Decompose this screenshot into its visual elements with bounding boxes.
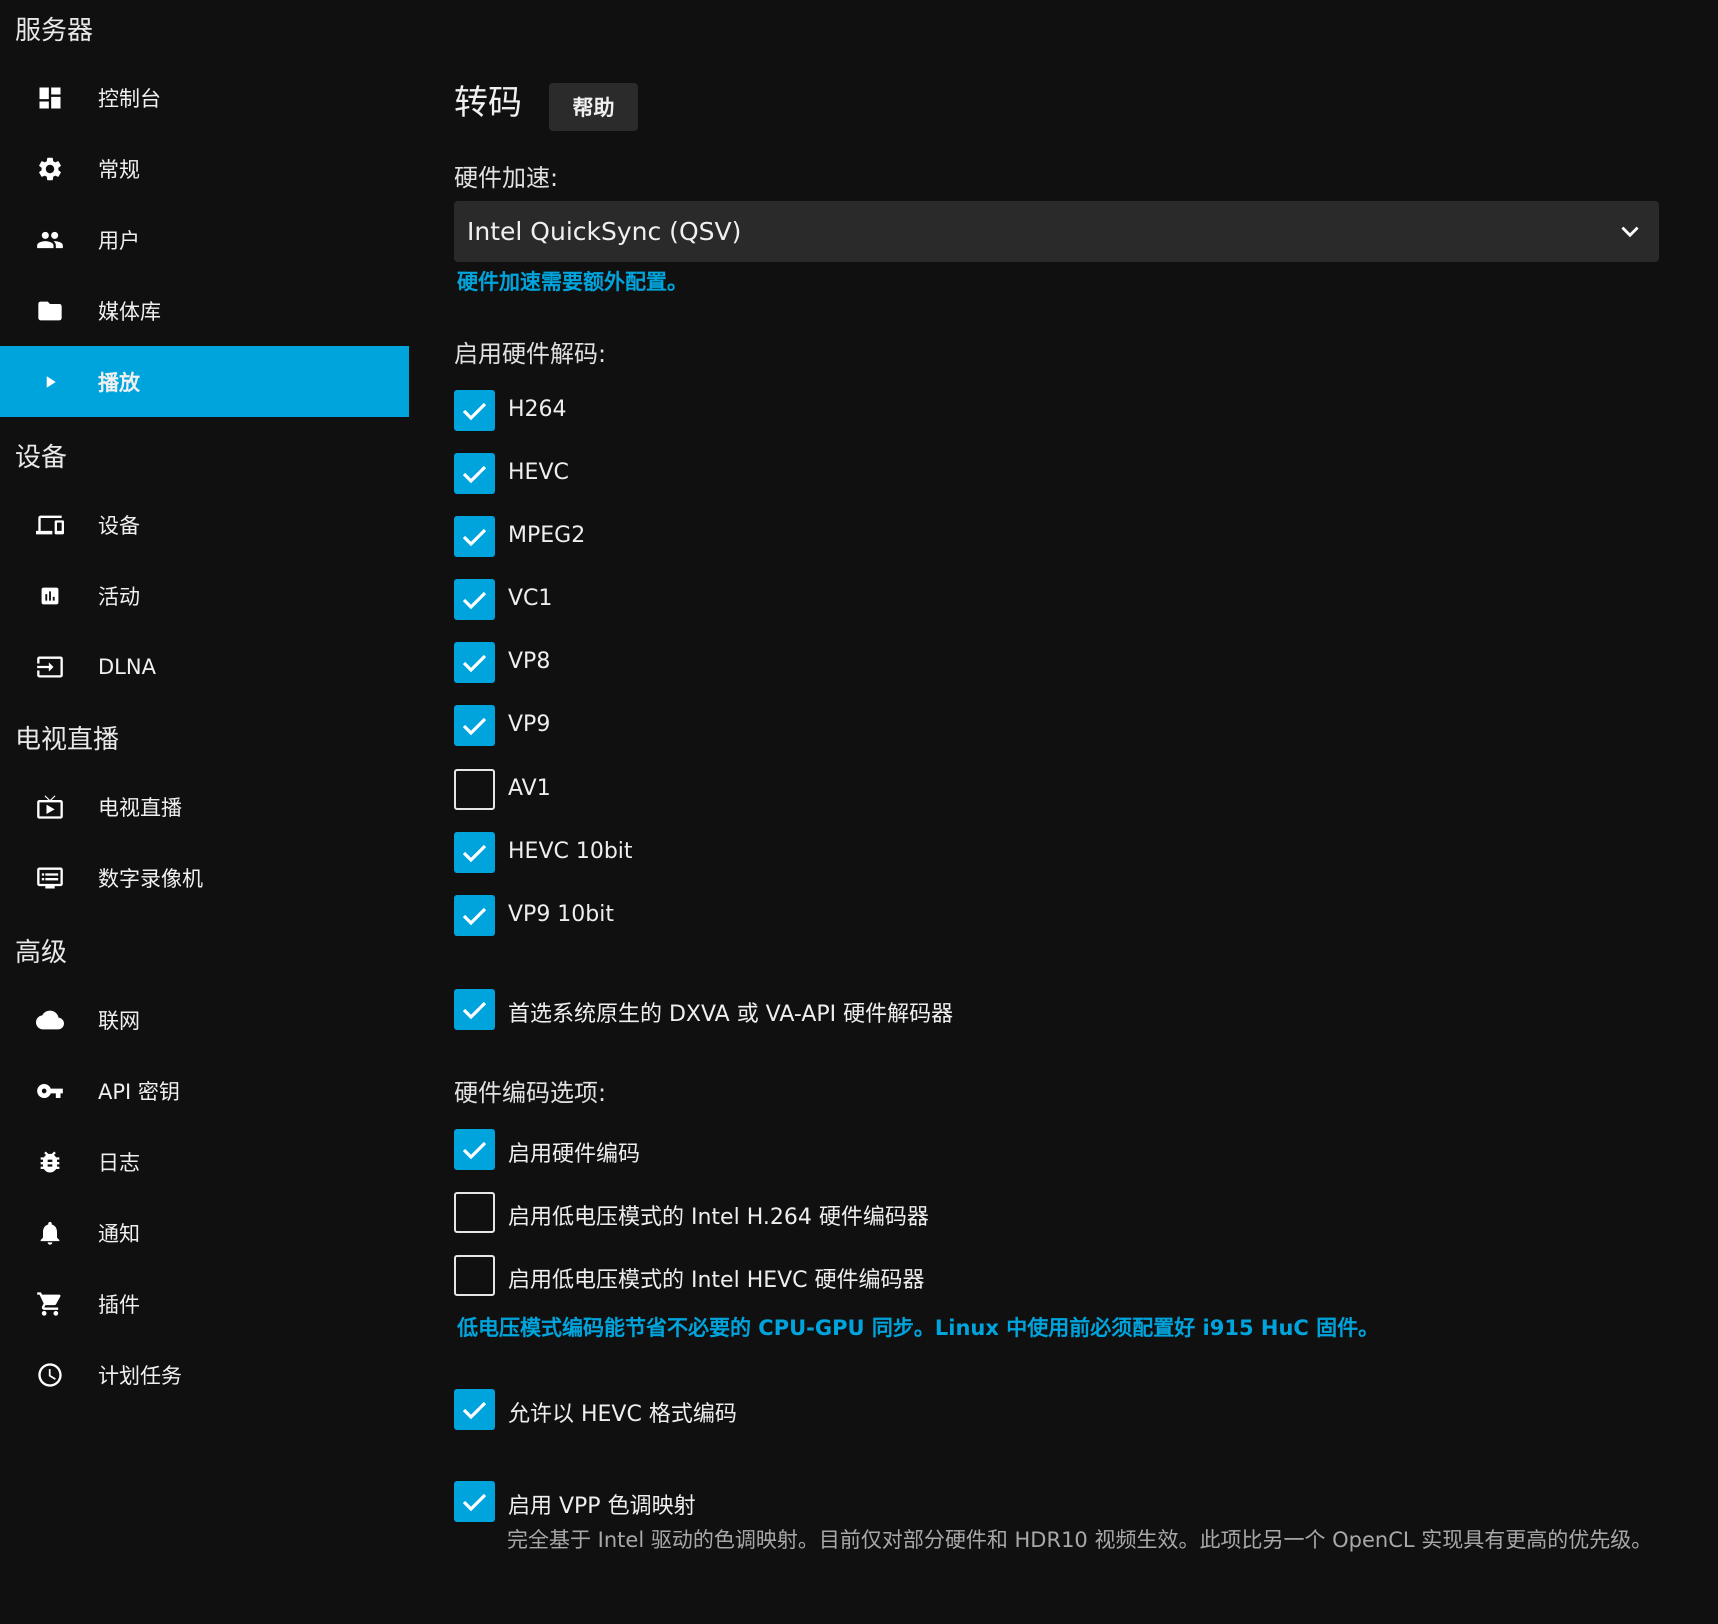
checkbox-checked[interactable] xyxy=(454,516,495,557)
checkbox-label: 首选系统原生的 DXVA 或 VA-API 硬件解码器 xyxy=(508,1002,954,1027)
folder-icon xyxy=(36,297,64,325)
sidebar-item-dlna[interactable]: DLNA xyxy=(0,631,409,702)
input-icon xyxy=(36,653,64,681)
sidebar-item-label: DLNA xyxy=(98,654,156,679)
checkbox-checked[interactable] xyxy=(454,832,495,873)
section-title-advanced: 高级 xyxy=(15,938,68,968)
page-title: 转码 xyxy=(454,83,522,123)
bug-icon xyxy=(36,1148,64,1176)
sidebar-item-scheduled-tasks[interactable]: 计划任务 xyxy=(0,1339,409,1410)
checkbox-checked[interactable] xyxy=(454,895,495,936)
sidebar-item-label: 日志 xyxy=(98,1150,140,1175)
gear-icon xyxy=(36,155,64,183)
checkbox-label: 启用硬件编码 xyxy=(508,1142,641,1167)
sidebar-item-networking[interactable]: 联网 xyxy=(0,984,409,1055)
sidebar-item-label: 常规 xyxy=(98,157,140,182)
checkbox-checked[interactable] xyxy=(454,579,495,620)
sidebar-item-plugins[interactable]: 插件 xyxy=(0,1268,409,1339)
checkbox-unchecked[interactable] xyxy=(454,1192,495,1233)
hw-accel-select[interactable]: Intel QuickSync (QSV) xyxy=(454,201,1659,262)
hw-encode-label: 硬件编码选项: xyxy=(454,1079,607,1107)
hw-accel-config-link[interactable]: 硬件加速需要额外配置。 xyxy=(457,272,688,293)
sidebar-item-dashboard[interactable]: 控制台 xyxy=(0,62,409,133)
checkbox-unchecked[interactable] xyxy=(454,769,495,810)
sidebar-item-dvr[interactable]: 数字录像机 xyxy=(0,842,409,913)
sidebar-item-label: 数字录像机 xyxy=(98,866,203,891)
low-power-info-link[interactable]: 低电压模式编码能节省不必要的 CPU-GPU 同步。Linux 中使用前必须配置… xyxy=(457,1318,1379,1339)
checkbox-label: HEVC 10bit xyxy=(508,839,633,864)
activity-icon xyxy=(36,582,64,610)
sidebar-item-label: 活动 xyxy=(98,584,140,609)
checkbox-checked[interactable] xyxy=(454,705,495,746)
vpp-tonemap-description: 完全基于 Intel 驱动的色调映射。目前仅对部分硬件和 HDR10 视频生效。… xyxy=(507,1528,1653,1552)
sidebar-item-playback[interactable]: 播放 xyxy=(0,346,409,417)
bell-icon xyxy=(36,1219,64,1247)
sidebar-item-users[interactable]: 用户 xyxy=(0,204,409,275)
key-icon xyxy=(36,1077,64,1105)
checkbox-checked[interactable] xyxy=(454,989,495,1030)
checkbox-checked[interactable] xyxy=(454,1481,495,1522)
checkbox-label: 允许以 HEVC 格式编码 xyxy=(508,1402,737,1427)
checkbox-label: AV1 xyxy=(508,776,551,801)
play-icon xyxy=(36,368,64,396)
sidebar-item-libraries[interactable]: 媒体库 xyxy=(0,275,409,346)
checkbox-checked[interactable] xyxy=(454,453,495,494)
sidebar-item-notifications[interactable]: 通知 xyxy=(0,1197,409,1268)
hw-accel-label: 硬件加速: xyxy=(454,164,559,192)
sidebar-item-label: 电视直播 xyxy=(98,795,182,820)
section-title-devices: 设备 xyxy=(15,443,68,473)
sidebar-item-label: 计划任务 xyxy=(98,1363,182,1388)
sidebar-item-label: 媒体库 xyxy=(98,299,161,324)
devices-icon xyxy=(36,511,64,539)
sidebar-item-logs[interactable]: 日志 xyxy=(0,1126,409,1197)
dvr-icon xyxy=(36,864,64,892)
checkbox-label: H264 xyxy=(508,397,567,422)
sidebar-item-label: 用户 xyxy=(98,228,140,253)
sidebar-item-label: 通知 xyxy=(98,1221,140,1246)
checkbox-checked[interactable] xyxy=(454,1389,495,1430)
checkbox-label: VC1 xyxy=(508,586,553,611)
live-tv-icon xyxy=(36,793,64,821)
sidebar-item-api-keys[interactable]: API 密钥 xyxy=(0,1055,409,1126)
sidebar: 服务器 控制台 常规 用户 媒体库 播放 设备 设备 活动 DLNA 电视直播 … xyxy=(0,0,410,1624)
users-icon xyxy=(36,226,64,254)
section-title-server: 服务器 xyxy=(15,16,94,46)
sidebar-item-label: 联网 xyxy=(98,1008,140,1033)
checkbox-label: 启用 VPP 色调映射 xyxy=(508,1494,696,1519)
sidebar-item-label: 插件 xyxy=(98,1292,140,1317)
sidebar-item-label: 播放 xyxy=(98,370,140,395)
section-title-livetv: 电视直播 xyxy=(15,725,120,755)
sidebar-item-activity[interactable]: 活动 xyxy=(0,560,409,631)
checkbox-label: VP9 10bit xyxy=(508,902,615,927)
clock-icon xyxy=(36,1361,64,1389)
sidebar-item-label: 设备 xyxy=(98,513,140,538)
cloud-icon xyxy=(36,1006,64,1034)
hw-decode-label: 启用硬件解码: xyxy=(454,340,607,368)
checkbox-checked[interactable] xyxy=(454,642,495,683)
dashboard-icon xyxy=(36,84,64,112)
checkbox-label: VP8 xyxy=(508,649,551,674)
main-content: 转码 帮助 硬件加速: Intel QuickSync (QSV) 硬件加速需要… xyxy=(454,0,1664,1624)
checkbox-label: VP9 xyxy=(508,712,551,737)
checkbox-checked[interactable] xyxy=(454,1129,495,1170)
sidebar-item-label: 控制台 xyxy=(98,86,161,111)
sidebar-item-general[interactable]: 常规 xyxy=(0,133,409,204)
checkbox-unchecked[interactable] xyxy=(454,1255,495,1296)
sidebar-item-devices[interactable]: 设备 xyxy=(0,489,409,560)
checkbox-checked[interactable] xyxy=(454,390,495,431)
chevron-down-icon xyxy=(1621,226,1639,237)
help-button[interactable]: 帮助 xyxy=(549,83,638,131)
cart-icon xyxy=(36,1290,64,1318)
checkbox-label: 启用低电压模式的 Intel H.264 硬件编码器 xyxy=(508,1205,929,1230)
checkbox-label: 启用低电压模式的 Intel HEVC 硬件编码器 xyxy=(508,1268,925,1293)
sidebar-item-label: API 密钥 xyxy=(98,1079,180,1104)
checkbox-label: HEVC xyxy=(508,460,569,485)
sidebar-item-livetv[interactable]: 电视直播 xyxy=(0,771,409,842)
hw-accel-value: Intel QuickSync (QSV) xyxy=(467,217,742,246)
checkbox-label: MPEG2 xyxy=(508,523,586,548)
